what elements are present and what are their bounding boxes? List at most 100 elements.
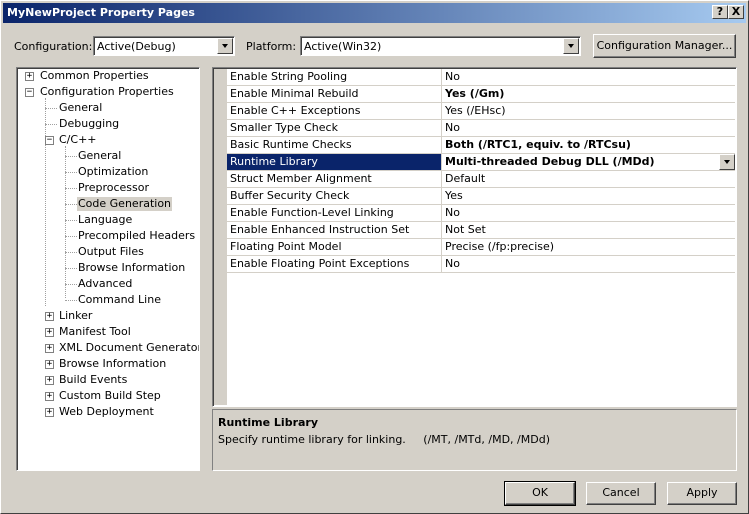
tree-item-general[interactable]: General [58,101,103,115]
collapse-minus-icon[interactable]: − [45,136,54,145]
platform-combo[interactable]: Active(Win32) [300,36,581,56]
property-value: Multi-threaded Debug DLL (/MDd) [445,155,655,168]
tree-connector [45,98,46,306]
property-row[interactable]: Enable Floating Point Exceptions No [227,256,735,273]
tree-item-code-generation[interactable]: Code Generation [77,197,173,211]
expand-plus-icon[interactable]: + [45,344,54,353]
property-value[interactable]: Precise (/fp:precise) [443,239,735,255]
property-name: Enable String Pooling [227,69,442,85]
chevron-down-icon [724,160,730,164]
tree-connector [65,236,77,237]
tree-item-language[interactable]: Language [77,213,133,227]
close-button[interactable]: X [728,5,744,19]
grid-gutter [214,69,227,405]
property-value[interactable]: Yes (/EHsc) [443,103,735,119]
property-row[interactable]: Enable String Pooling No [227,69,735,86]
property-name: Struct Member Alignment [227,171,442,187]
tree-item-custom-build-step[interactable]: Custom Build Step [58,389,162,403]
tree-connector [65,252,77,253]
property-value[interactable]: No [443,69,735,85]
tree-item-output-files[interactable]: Output Files [77,245,145,259]
tree-item-manifest-tool[interactable]: Manifest Tool [58,325,132,339]
property-name: Enable Floating Point Exceptions [227,256,442,272]
tree-item-build-events[interactable]: Build Events [58,373,128,387]
property-name: Smaller Type Check [227,120,442,136]
ok-button[interactable]: OK [504,481,576,506]
property-value[interactable]: No [443,120,735,136]
tree-item-linker[interactable]: Linker [58,309,93,323]
tree-item-web-deployment[interactable]: Web Deployment [58,405,155,419]
tree-connector [45,108,57,109]
property-row[interactable]: Enable C++ Exceptions Yes (/EHsc) [227,103,735,120]
tree-item-browse-information[interactable]: Browse Information [58,357,167,371]
expand-plus-icon[interactable]: + [25,72,34,81]
tree-item-debugging[interactable]: Debugging [58,117,120,131]
apply-button[interactable]: Apply [667,482,737,505]
property-name: Buffer Security Check [227,188,442,204]
property-row[interactable]: Floating Point Model Precise (/fp:precis… [227,239,735,256]
expand-plus-icon[interactable]: + [45,360,54,369]
expand-plus-icon[interactable]: + [45,392,54,401]
property-dropdown-button[interactable] [719,154,735,170]
tree-item-cpp-general[interactable]: General [77,149,122,163]
property-name: Floating Point Model [227,239,442,255]
configuration-dropdown-button[interactable] [217,38,233,54]
tree-connector [65,220,77,221]
property-row[interactable]: Buffer Security Check Yes [227,188,735,205]
property-grid[interactable]: Enable String Pooling No Enable Minimal … [212,67,737,407]
tree-connector [45,124,57,125]
window-title: MyNewProject Property Pages [7,6,195,19]
property-row-selected[interactable]: Runtime Library Multi-threaded Debug DLL… [227,154,735,171]
tree-connector [65,268,77,269]
property-value-dropdown[interactable]: Multi-threaded Debug DLL (/MDd) [443,154,735,170]
property-value[interactable]: No [443,205,735,221]
platform-label: Platform: [246,40,297,53]
tree-item-configuration-properties[interactable]: Configuration Properties [39,85,175,99]
tree-item-preprocessor[interactable]: Preprocessor [77,181,150,195]
cancel-button[interactable]: Cancel [586,482,656,505]
tree-connector [65,156,77,157]
description-title: Runtime Library [218,416,319,429]
tree-item-cpp-browse-information[interactable]: Browse Information [77,261,186,275]
tree-item-cpp[interactable]: C/C++ [58,133,98,147]
property-name: Enable Minimal Rebuild [227,86,442,102]
property-row[interactable]: Enable Enhanced Instruction Set Not Set [227,222,735,239]
property-value[interactable]: Default [443,171,735,187]
configuration-combo[interactable]: Active(Debug) [93,36,235,56]
property-row[interactable]: Struct Member Alignment Default [227,171,735,188]
tree-connector [65,146,66,298]
property-name: Basic Runtime Checks [227,137,442,153]
property-value[interactable]: Yes [443,188,735,204]
help-button[interactable]: ? [712,5,728,19]
collapse-minus-icon[interactable]: − [25,88,34,97]
tree-item-command-line[interactable]: Command Line [77,293,162,307]
property-value[interactable]: Both (/RTC1, equiv. to /RTCsu) [443,137,735,153]
tree-item-optimization[interactable]: Optimization [77,165,149,179]
tree-item-xml-document-generator[interactable]: XML Document Generator [58,341,199,355]
property-name: Enable C++ Exceptions [227,103,442,119]
tree-item-common-properties[interactable]: Common Properties [39,69,150,83]
property-row[interactable]: Basic Runtime Checks Both (/RTC1, equiv.… [227,137,735,154]
configuration-value: Active(Debug) [97,40,176,53]
configuration-manager-button[interactable]: Configuration Manager... [593,34,736,58]
chevron-down-icon [222,44,228,48]
expand-plus-icon[interactable]: + [45,312,54,321]
property-row[interactable]: Enable Minimal Rebuild Yes (/Gm) [227,86,735,103]
property-value[interactable]: Not Set [443,222,735,238]
property-value[interactable]: No [443,256,735,272]
property-value[interactable]: Yes (/Gm) [443,86,735,102]
configuration-label: Configuration: [14,40,93,53]
expand-plus-icon[interactable]: + [45,408,54,417]
property-name: Enable Enhanced Instruction Set [227,222,442,238]
property-tree[interactable]: + Common Properties − Configuration Prop… [16,67,200,471]
expand-plus-icon[interactable]: + [45,328,54,337]
platform-dropdown-button[interactable] [563,38,579,54]
tree-item-precompiled-headers[interactable]: Precompiled Headers [77,229,196,243]
tree-connector [65,300,77,301]
tree-item-advanced[interactable]: Advanced [77,277,133,291]
title-bar[interactable]: MyNewProject Property Pages ? X [3,3,746,23]
property-row[interactable]: Enable Function-Level Linking No [227,205,735,222]
property-row[interactable]: Smaller Type Check No [227,120,735,137]
expand-plus-icon[interactable]: + [45,376,54,385]
tree-connector [65,172,77,173]
